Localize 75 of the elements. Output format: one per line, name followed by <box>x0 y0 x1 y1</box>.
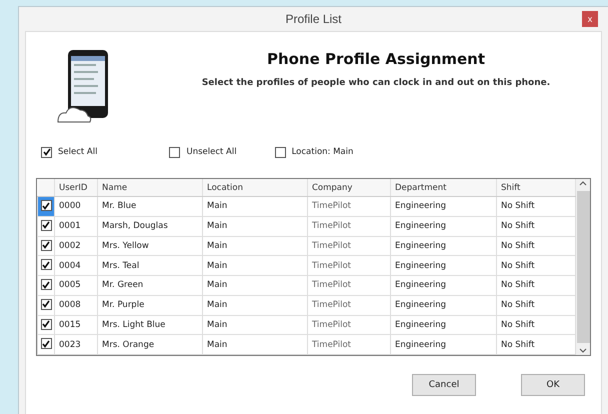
checkbox[interactable] <box>41 146 52 158</box>
checkbox-label: Unselect All <box>186 147 237 157</box>
table-cell: No Shift <box>496 256 576 276</box>
table-cell: Marsh, Douglas <box>98 216 202 236</box>
checkbox[interactable] <box>169 146 180 158</box>
table-cell: Mrs. Light Blue <box>98 315 202 335</box>
row-checkbox[interactable] <box>40 338 52 350</box>
table-cell: Main <box>202 334 308 354</box>
checkbox-label: Select All <box>58 147 98 157</box>
row-checkbox[interactable] <box>40 318 52 330</box>
table-cell: No Shift <box>496 315 576 335</box>
table-cell: TimePilot <box>308 196 390 216</box>
table-cell: 0002 <box>54 236 98 256</box>
table-cell: TimePilot <box>308 276 390 296</box>
column-header[interactable]: Company <box>308 179 390 196</box>
table-cell: 0004 <box>54 256 98 276</box>
table-cell: No Shift <box>496 276 576 296</box>
subtitle: Select the profiles of people who can clock in and out on this phone. <box>202 78 550 88</box>
table-cell: 0008 <box>54 295 98 315</box>
table-cell: Mr. Green <box>98 276 202 296</box>
row-checkbox[interactable] <box>40 279 52 290</box>
column-header[interactable]: Name <box>98 179 202 196</box>
table-cell: TimePilot <box>308 315 390 335</box>
table-cell: Engineering <box>390 216 496 236</box>
column-header[interactable]: Location <box>202 179 308 196</box>
ok-button[interactable]: OK <box>521 374 585 396</box>
table-cell: 0023 <box>54 334 98 354</box>
table-cell: No Shift <box>496 196 576 216</box>
table-cell: Main <box>202 256 308 276</box>
table-cell: Mrs. Yellow <box>98 236 202 256</box>
column-header[interactable]: Department <box>390 179 496 196</box>
table-cell: No Shift <box>496 295 576 315</box>
table-cell: Engineering <box>390 276 496 296</box>
table-cell: Main <box>202 295 308 315</box>
table-cell: No Shift <box>496 236 576 256</box>
row-checkbox[interactable] <box>40 240 52 251</box>
checkbox[interactable] <box>274 146 286 158</box>
table-cell: Engineering <box>390 236 496 256</box>
table-cell: Engineering <box>390 196 496 216</box>
scrollbar-thumb[interactable] <box>576 191 590 343</box>
cancel-button[interactable]: Cancel <box>412 374 476 396</box>
table-cell: Engineering <box>390 334 496 354</box>
table-cell: Main <box>202 216 308 236</box>
table-cell: Main <box>202 276 308 296</box>
table-cell: Engineering <box>390 295 496 315</box>
table-cell: No Shift <box>496 334 576 354</box>
table-cell: No Shift <box>496 216 576 236</box>
column-header[interactable]: Shift <box>496 179 576 196</box>
table-cell: TimePilot <box>308 334 390 354</box>
table-cell: Main <box>202 315 308 335</box>
table-cell: TimePilot <box>308 236 390 256</box>
row-checkbox[interactable] <box>40 220 52 231</box>
window-title: Profile List <box>285 12 342 26</box>
row-checkbox[interactable] <box>40 259 52 270</box>
table-cell: Mrs. Orange <box>98 334 202 354</box>
table-cell: 0005 <box>54 276 98 296</box>
column-header[interactable]: UserID <box>54 179 98 196</box>
table-cell: Main <box>202 196 308 216</box>
close-button[interactable]: x <box>582 11 598 27</box>
row-checkbox[interactable] <box>40 200 52 212</box>
checkbox-label: Location: Main <box>292 147 354 157</box>
table-cell: Engineering <box>390 256 496 276</box>
table-cell: Mr. Blue <box>98 196 202 216</box>
table-cell: Mrs. Teal <box>98 256 202 276</box>
row-checkbox[interactable] <box>40 298 52 310</box>
table-cell: TimePilot <box>308 256 390 276</box>
table-cell: 0000 <box>54 196 98 216</box>
table-cell: Main <box>202 236 308 256</box>
heading: Phone Profile Assignment <box>266 50 486 68</box>
table-cell: Mr. Purple <box>98 295 202 315</box>
table-cell: 0015 <box>54 315 98 335</box>
table-cell: Engineering <box>390 315 496 335</box>
table-cell: TimePilot <box>308 295 390 315</box>
table-cell: 0001 <box>54 216 98 236</box>
table-cell: TimePilot <box>308 216 390 236</box>
